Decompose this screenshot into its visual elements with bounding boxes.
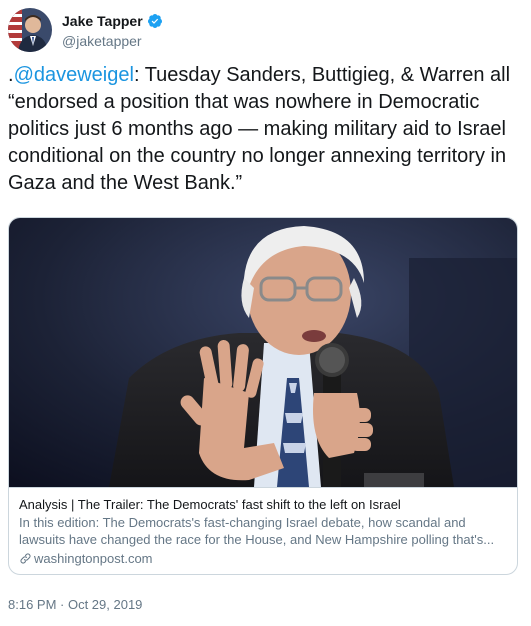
avatar[interactable] (8, 8, 52, 52)
author-info: Jake Tapper @jaketapper (62, 12, 163, 49)
mention-link[interactable]: @daveweigel (14, 64, 134, 86)
avatar-photo-icon (8, 8, 52, 52)
name-row: Jake Tapper (62, 12, 163, 30)
card-title[interactable]: Analysis | The Trailer: The Democrats' f… (19, 496, 509, 513)
link-icon (20, 553, 31, 564)
card-domain: washingtonpost.com (34, 551, 153, 566)
display-name[interactable]: Jake Tapper (62, 13, 143, 29)
tweet-header: Jake Tapper @jaketapper (8, 8, 523, 56)
tweet-timestamp[interactable]: 8:16 PM · Oct 29, 2019 (8, 597, 142, 612)
man-with-microphone-photo-icon[interactable] (9, 218, 518, 487)
author-handle[interactable]: @jaketapper (62, 33, 163, 49)
card-domain-row: washingtonpost.com (19, 550, 509, 567)
verified-badge-icon (147, 14, 162, 28)
card-description: In this edition: The Democrats's fast-ch… (19, 515, 495, 547)
link-card[interactable]: Analysis | The Trailer: The Democrats' f… (8, 217, 518, 575)
card-body[interactable]: Analysis | The Trailer: The Democrats' f… (9, 487, 517, 574)
tweet-text: .@daveweigel: Tuesday Sanders, Buttigieg… (8, 62, 523, 197)
